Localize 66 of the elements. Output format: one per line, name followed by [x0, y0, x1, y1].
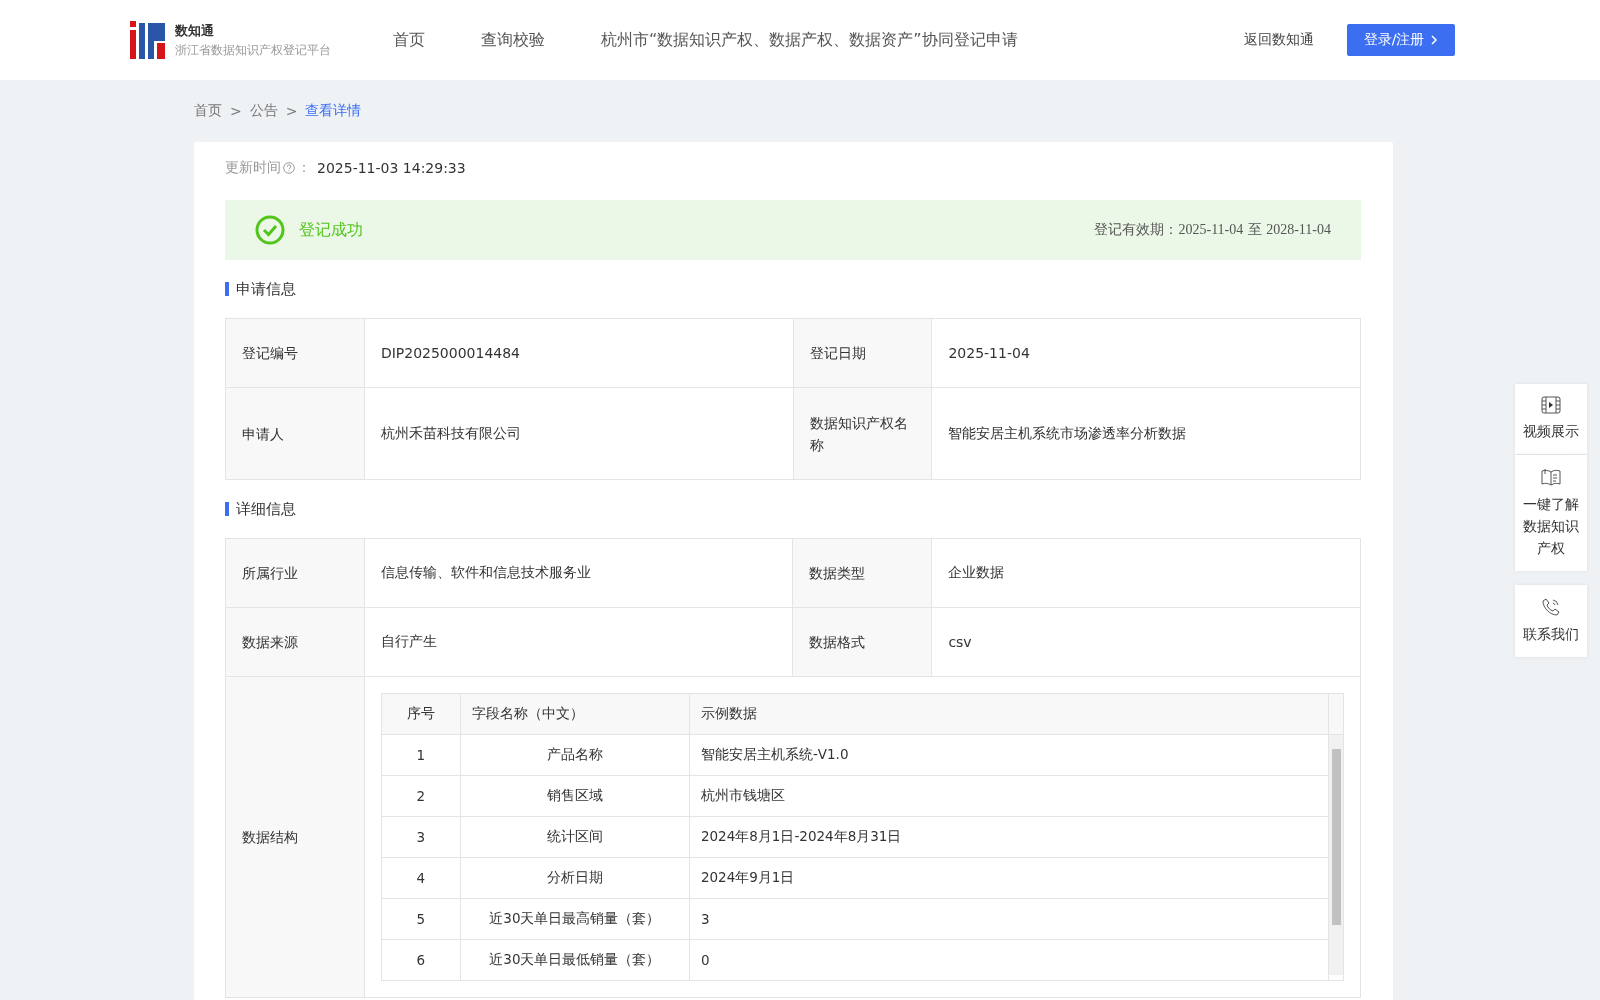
field-value: 智能安居主机系统市场渗透率分析数据	[931, 387, 1361, 480]
back-link[interactable]: 返回数知通	[1244, 31, 1314, 49]
logo-icon	[130, 21, 166, 59]
update-colon: ：	[297, 159, 311, 177]
side-panel-item[interactable]: 视频展示	[1515, 384, 1587, 454]
book-icon	[1541, 467, 1561, 487]
field-label: 所属行业	[225, 538, 365, 608]
field-label: 登记日期	[793, 318, 932, 388]
table-cell: 近30天单日最高销量（套）	[460, 898, 690, 940]
phone-icon	[1541, 597, 1561, 617]
field-label: 申请人	[225, 387, 365, 480]
breadcrumb-separator: >	[230, 103, 242, 119]
table-cell: 智能安居主机系统-V1.0	[689, 734, 1329, 776]
table-cell: 统计区间	[460, 816, 690, 858]
field-label: 数据格式	[793, 607, 932, 677]
logo-title: 数知通	[175, 22, 215, 40]
table-cell: 6	[381, 939, 461, 981]
side-panel-label: 一键了解数据知识产权	[1523, 495, 1579, 558]
side-panel-item[interactable]: 联系我们	[1515, 585, 1587, 657]
update-label: 更新时间	[225, 159, 281, 177]
table-cell: 5	[381, 898, 461, 940]
side-panel-item[interactable]: 一键了解数据知识产权	[1515, 455, 1587, 571]
nav-link[interactable]: 杭州市“数据知识产权、数据产权、数据资产”协同登记申请	[601, 29, 1018, 51]
status-text: 登记成功	[299, 219, 363, 241]
field-label: 数据结构	[225, 676, 365, 998]
field-value: csv	[931, 607, 1361, 677]
field-value: 2025-11-04	[931, 318, 1361, 388]
film-icon	[1541, 396, 1561, 414]
breadcrumb-link[interactable]: 公告	[249, 102, 278, 120]
scrollbar[interactable]	[1329, 735, 1343, 975]
side-panel-label: 视频展示	[1523, 422, 1579, 441]
help-icon	[283, 162, 295, 174]
field-value: 杭州禾苗科技有限公司	[364, 387, 794, 480]
field-value: 企业数据	[931, 538, 1361, 608]
section-title: 详细信息	[225, 502, 1361, 516]
login-button[interactable]: 登录/注册	[1347, 24, 1455, 56]
section-title: 申请信息	[225, 282, 1361, 296]
field-label: 数据类型	[793, 538, 932, 608]
chevron-right-icon	[1430, 35, 1439, 45]
logo-subtitle: 浙江省数据知识产权登记平台	[175, 43, 331, 58]
field-value: DIP2025000014484	[364, 318, 794, 388]
column-header: 序号	[381, 693, 461, 735]
breadcrumb-separator: >	[285, 103, 298, 119]
nav-link[interactable]: 查询校验	[481, 29, 545, 51]
table-cell: 近30天单日最低销量（套）	[460, 939, 690, 981]
field-label: 数据知识产权名称	[793, 387, 932, 480]
table-cell: 3	[381, 816, 461, 858]
side-panel-label: 联系我们	[1523, 625, 1579, 644]
field-value: 自行产生	[364, 607, 793, 677]
field-label: 数据来源	[225, 607, 365, 677]
update-time: 2025-11-03 14:29:33	[317, 160, 466, 176]
table-cell: 销售区域	[460, 775, 690, 817]
check-circle-icon	[255, 215, 285, 245]
table-cell: 分析日期	[460, 857, 690, 899]
field-value: 信息传输、软件和信息技术服务业	[364, 538, 793, 608]
table-cell: 4	[381, 857, 461, 899]
column-header: 字段名称（中文）	[460, 693, 690, 735]
breadcrumb-link[interactable]: 首页	[194, 102, 222, 120]
nav-link[interactable]: 首页	[393, 29, 425, 51]
table-cell: 2	[381, 775, 461, 817]
column-header: 示例数据	[689, 693, 1329, 735]
table-cell: 1	[381, 734, 461, 776]
validity-period: 登记有效期：2025-11-04 至 2028-11-04	[1094, 221, 1331, 239]
field-label: 登记编号	[225, 318, 365, 388]
table-cell: 产品名称	[460, 734, 690, 776]
breadcrumb-link[interactable]: 查看详情	[305, 102, 362, 120]
